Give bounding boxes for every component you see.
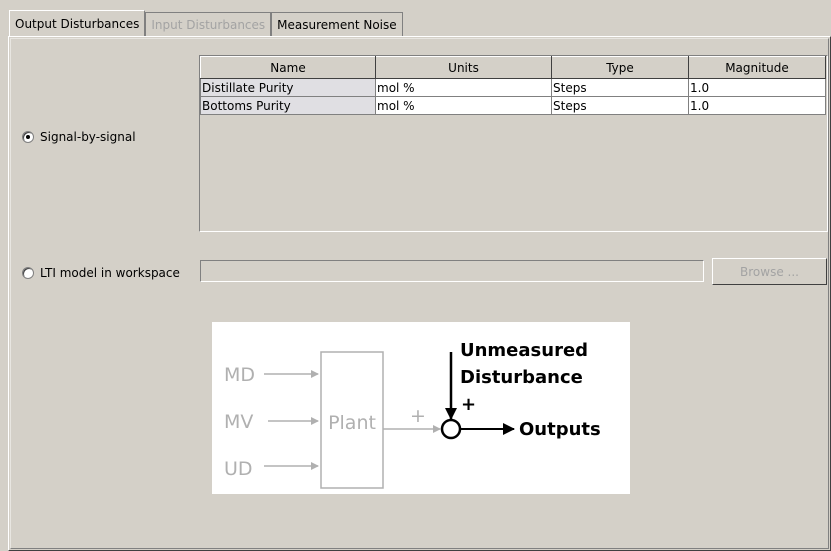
disturbance-diagram: MD MV UD Plant + Unmeasured Disturbance …	[212, 322, 630, 494]
disturbance-table: Name Units Type Magnitude Distillate Pur…	[199, 55, 828, 232]
md-label: MD	[224, 364, 255, 386]
cell-type[interactable]: Steps	[551, 78, 689, 97]
plus-left: +	[410, 405, 426, 427]
lti-model-field	[200, 260, 704, 282]
cell-units[interactable]: mol %	[375, 78, 552, 97]
lti-model-option[interactable]: LTI model in workspace	[22, 266, 180, 280]
column-header-magnitude[interactable]: Magnitude	[688, 56, 826, 79]
table-header-row: Name Units Type Magnitude	[200, 56, 826, 79]
mv-label: MV	[224, 411, 253, 433]
tab-strip: Output Disturbances Input Disturbances M…	[9, 10, 403, 37]
cell-name: Distillate Purity	[200, 78, 376, 97]
summing-junction	[440, 418, 462, 440]
table-row: Distillate Purity mol % Steps 1.0	[200, 78, 826, 97]
browse-button: Browse ...	[712, 258, 827, 285]
lti-model-label: LTI model in workspace	[40, 266, 180, 280]
diagram-svg: MD MV UD Plant + Unmeasured Disturbance …	[224, 340, 601, 489]
lti-model-radio[interactable]	[22, 267, 34, 279]
cell-type[interactable]: Steps	[551, 96, 689, 115]
table-row: Bottoms Purity mol % Steps 1.0	[200, 96, 826, 115]
cell-magnitude[interactable]: 1.0	[688, 96, 826, 115]
column-header-units[interactable]: Units	[375, 56, 552, 79]
disturbance-line1: Unmeasured	[460, 340, 588, 361]
tab-measurement-noise[interactable]: Measurement Noise	[271, 12, 403, 36]
plus-top: +	[461, 394, 476, 415]
column-header-name[interactable]: Name	[200, 56, 376, 79]
tab-output-disturbances[interactable]: Output Disturbances	[9, 10, 146, 36]
cell-magnitude[interactable]: 1.0	[688, 78, 826, 97]
column-header-type[interactable]: Type	[551, 56, 689, 79]
signal-by-signal-label: Signal-by-signal	[40, 130, 136, 144]
signal-by-signal-option[interactable]: Signal-by-signal	[22, 130, 136, 144]
disturbance-line2: Disturbance	[460, 367, 583, 388]
signal-by-signal-radio[interactable]	[22, 131, 34, 143]
ud-label: UD	[224, 458, 253, 480]
outputs-label: Outputs	[519, 419, 601, 440]
cell-units[interactable]: mol %	[375, 96, 552, 115]
plant-label: Plant	[328, 412, 376, 434]
cell-name: Bottoms Purity	[200, 96, 376, 115]
tab-input-disturbances: Input Disturbances	[145, 12, 272, 36]
